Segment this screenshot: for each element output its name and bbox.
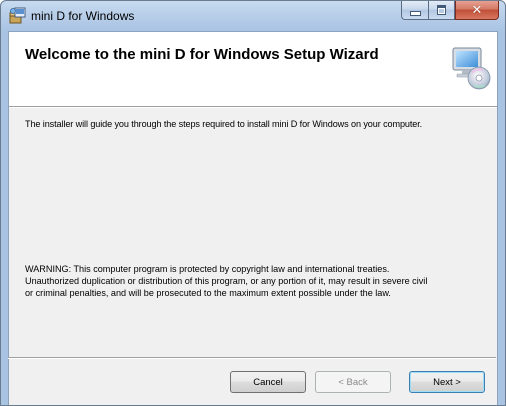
- computer-with-disc-icon: [450, 45, 492, 91]
- maximize-button[interactable]: [428, 1, 455, 20]
- next-button[interactable]: Next >: [409, 371, 485, 393]
- caption-buttons: ✕: [401, 1, 499, 21]
- wizard-banner: Welcome to the mini D for Windows Setup …: [9, 32, 497, 107]
- copyright-warning: WARNING: This computer program is protec…: [25, 263, 495, 299]
- installer-package-icon: [9, 7, 26, 24]
- wizard-client-area: Welcome to the mini D for Windows Setup …: [8, 31, 498, 405]
- button-area-divider: [8, 357, 496, 359]
- title-bar[interactable]: mini D for Windows ✕: [1, 1, 505, 31]
- back-button[interactable]: < Back: [315, 371, 391, 393]
- installer-window: mini D for Windows ✕ Welcome to the mini…: [0, 0, 506, 406]
- warning-line: or criminal penalties, and will be prose…: [25, 288, 391, 298]
- minimize-button[interactable]: [401, 1, 428, 20]
- close-button[interactable]: ✕: [455, 1, 499, 20]
- minimize-icon: [409, 10, 421, 16]
- window-title: mini D for Windows: [31, 9, 135, 23]
- cancel-button[interactable]: Cancel: [230, 371, 306, 393]
- warning-line: Unauthorized duplication or distribution…: [25, 276, 428, 286]
- wizard-title: Welcome to the mini D for Windows Setup …: [25, 46, 379, 63]
- intro-text: The installer will guide you through the…: [25, 119, 423, 129]
- maximize-icon: [437, 5, 446, 15]
- close-icon: ✕: [471, 2, 483, 18]
- warning-line: WARNING: This computer program is protec…: [25, 264, 390, 274]
